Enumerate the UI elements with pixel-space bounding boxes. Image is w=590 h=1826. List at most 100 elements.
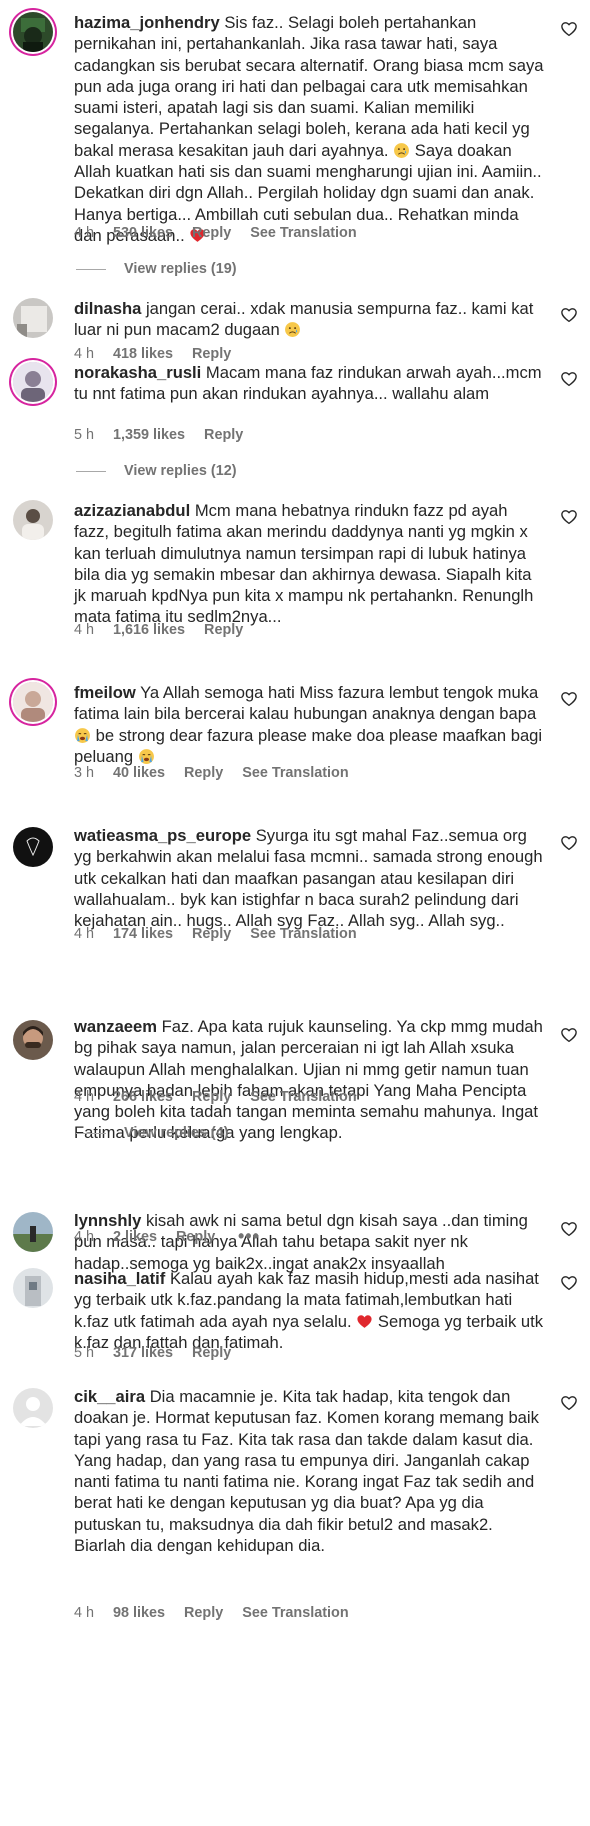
view-replies-line (76, 1132, 106, 1134)
reply-button[interactable]: Reply (184, 1605, 223, 1621)
heart-outline-icon[interactable] (560, 508, 578, 526)
reply-button[interactable]: Reply (192, 346, 231, 362)
like-count[interactable]: 266 likes (113, 1089, 173, 1105)
crying-face-emoji (138, 748, 155, 765)
view-replies-label: View replies (12) (124, 463, 237, 479)
heart-outline-icon[interactable] (560, 1220, 578, 1238)
view-replies-label: View replies (19) (124, 261, 237, 277)
comment-username[interactable]: norakasha_rusli (74, 363, 201, 382)
comment-meta: 4 h 530 likes Reply See Translation (74, 225, 376, 241)
comment-text: norakasha_rusli Macam mana faz rindukan … (74, 362, 544, 405)
comment-time: 4 h (74, 1229, 95, 1245)
view-replies-button[interactable]: View replies (19) (76, 261, 237, 277)
like-count[interactable]: 317 likes (113, 1345, 173, 1361)
comment-text: azizazianabdul Mcm mana hebatnya rindukn… (74, 500, 544, 628)
avatar[interactable] (13, 1268, 53, 1308)
comment-time: 4 h (74, 622, 95, 638)
comment-time: 3 h (74, 765, 95, 781)
comment-meta: 5 h 317 likes Reply (74, 1345, 250, 1361)
comment-meta: 4 h 98 likes Reply See Translation (74, 1605, 368, 1621)
comment-time: 5 h (74, 427, 95, 443)
view-replies-line (76, 268, 106, 270)
like-count[interactable]: 530 likes (113, 225, 173, 241)
avatar[interactable] (13, 1212, 53, 1252)
reply-button[interactable]: Reply (176, 1229, 215, 1245)
heart-outline-icon[interactable] (560, 1394, 578, 1412)
reply-button[interactable]: Reply (192, 1345, 231, 1361)
heart-outline-icon[interactable] (560, 1274, 578, 1292)
view-replies-button[interactable]: View replies (12) (76, 463, 237, 479)
like-count[interactable]: 40 likes (113, 765, 165, 781)
comment-time: 4 h (74, 225, 95, 241)
comment-text: watieasma_ps_europe Syurga itu sgt mahal… (74, 825, 544, 931)
reply-button[interactable]: Reply (192, 1089, 231, 1105)
comment-meta: 4 h 174 likes Reply See Translation (74, 926, 376, 942)
heart-outline-icon[interactable] (560, 1026, 578, 1044)
comment-text: nasiha_latif Kalau ayah kak faz masih hi… (74, 1268, 544, 1353)
heart-outline-icon[interactable] (560, 20, 578, 38)
red-heart-emoji (356, 1313, 373, 1330)
comment-username[interactable]: dilnasha (74, 299, 141, 318)
see-translation-button[interactable]: See Translation (250, 926, 356, 942)
comment-text: cik__aira Dia macamnie je. Kita tak hada… (74, 1386, 544, 1556)
see-translation-button[interactable]: See Translation (250, 1089, 356, 1105)
heart-outline-icon[interactable] (560, 306, 578, 324)
see-translation-button[interactable]: See Translation (250, 225, 356, 241)
avatar[interactable] (13, 1020, 53, 1060)
comment-meta: 5 h 1,359 likes Reply (74, 427, 262, 443)
comment-meta: 4 h 266 likes Reply See Translation (74, 1089, 376, 1105)
comment-body: Ya Allah semoga hati Miss fazura lembut … (74, 683, 539, 724)
more-options-icon[interactable]: ••• (238, 1226, 260, 1247)
heart-outline-icon[interactable] (560, 690, 578, 708)
avatar[interactable] (13, 1388, 53, 1428)
comment-time: 4 h (74, 926, 95, 942)
comment-username[interactable]: lynnshly (74, 1211, 141, 1230)
reply-button[interactable]: Reply (192, 926, 231, 942)
comment-username[interactable]: hazima_jonhendry (74, 13, 220, 32)
comment-text: fmeilow Ya Allah semoga hati Miss fazura… (74, 682, 544, 767)
comment-text: dilnasha jangan cerai.. xdak manusia sem… (74, 298, 544, 341)
heart-outline-icon[interactable] (560, 834, 578, 852)
reply-button[interactable]: Reply (184, 765, 223, 781)
comment-username[interactable]: nasiha_latif (74, 1269, 165, 1288)
heart-outline-icon[interactable] (560, 370, 578, 388)
view-replies-button[interactable]: View replies (4) (76, 1125, 229, 1141)
comment-meta: 4 h 2 likes Reply (74, 1229, 234, 1245)
comment-body: jangan cerai.. xdak manusia sempurna faz… (74, 299, 534, 340)
comment-meta: 4 h 418 likes Reply (74, 346, 250, 362)
comment-time: 5 h (74, 1345, 95, 1361)
sad-face-emoji (393, 142, 410, 159)
reply-button[interactable]: Reply (192, 225, 231, 241)
comment-body: Dia macamnie je. Kita tak hadap, kita te… (74, 1387, 539, 1556)
comment-username[interactable]: wanzaeem (74, 1017, 157, 1036)
like-count[interactable]: 2 likes (113, 1229, 157, 1245)
comment-text: hazima_jonhendry Sis faz.. Selagi boleh … (74, 12, 544, 246)
comment-meta: 4 h 1,616 likes Reply (74, 622, 262, 638)
like-count[interactable]: 98 likes (113, 1605, 165, 1621)
avatar[interactable] (13, 362, 53, 402)
like-count[interactable]: 174 likes (113, 926, 173, 942)
crying-face-emoji (74, 727, 91, 744)
like-count[interactable]: 418 likes (113, 346, 173, 362)
avatar[interactable] (13, 12, 53, 52)
reply-button[interactable]: Reply (204, 427, 243, 443)
like-count[interactable]: 1,616 likes (113, 622, 185, 638)
avatar[interactable] (13, 298, 53, 338)
avatar[interactable] (13, 682, 53, 722)
comment-time: 4 h (74, 1089, 95, 1105)
see-translation-button[interactable]: See Translation (242, 1605, 348, 1621)
comment-time: 4 h (74, 346, 95, 362)
like-count[interactable]: 1,359 likes (113, 427, 185, 443)
avatar[interactable] (13, 500, 53, 540)
view-replies-label: View replies (4) (124, 1125, 229, 1141)
comment-username[interactable]: fmeilow (74, 683, 136, 702)
comment-username[interactable]: cik__aira (74, 1387, 145, 1406)
view-replies-line (76, 470, 106, 472)
sad-face-emoji (284, 321, 301, 338)
reply-button[interactable]: Reply (204, 622, 243, 638)
avatar[interactable] (13, 827, 53, 867)
see-translation-button[interactable]: See Translation (242, 765, 348, 781)
comment-username[interactable]: azizazianabdul (74, 501, 190, 520)
comment-username[interactable]: watieasma_ps_europe (74, 826, 251, 845)
comment-body: Sis faz.. Selagi boleh pertahankan perni… (74, 13, 544, 160)
